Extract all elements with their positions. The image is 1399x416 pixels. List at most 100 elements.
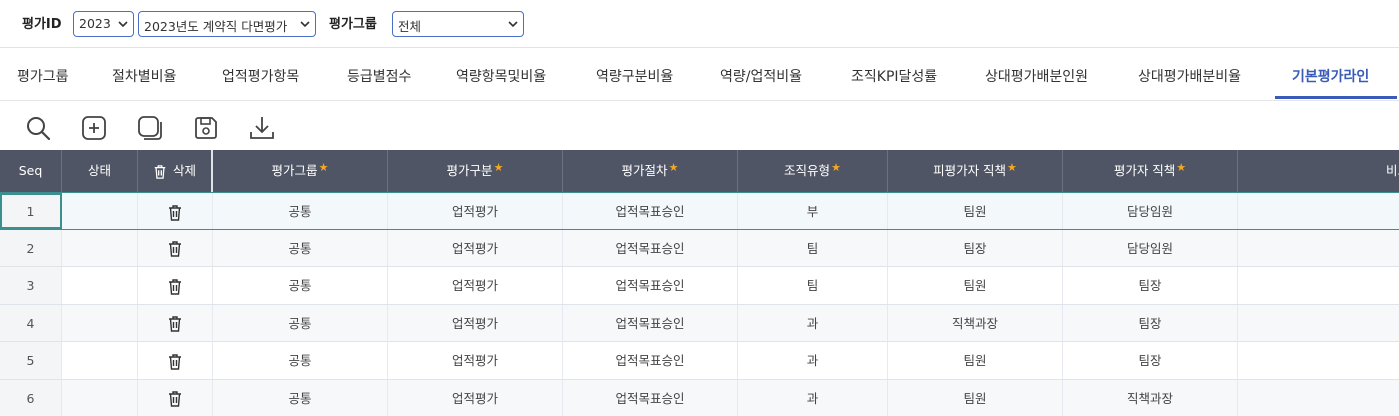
col-header-seq[interactable]: Seq bbox=[0, 150, 62, 192]
cell-group[interactable]: 공통 bbox=[213, 229, 388, 266]
col-header-delete[interactable]: 삭제 bbox=[138, 150, 213, 192]
cell-status[interactable] bbox=[62, 229, 138, 266]
cell-evaluatee-position[interactable]: 팀원 bbox=[888, 193, 1063, 229]
table-row[interactable]: 1 공통 업적평가 업적목표승인 부 팀원 담당임원 bbox=[0, 192, 1399, 230]
tab-base-eval-line[interactable]: 기본평가라인 bbox=[1292, 66, 1369, 86]
cell-status[interactable] bbox=[62, 379, 138, 416]
cell-category[interactable]: 업적평가 bbox=[388, 193, 563, 229]
cell-org-type[interactable]: 부 bbox=[738, 193, 888, 229]
cell-evaluatee-position[interactable]: 팀장 bbox=[888, 229, 1063, 266]
cell-status[interactable] bbox=[62, 342, 138, 379]
cell-note[interactable] bbox=[1238, 380, 1399, 416]
col-header-evaluatee-position[interactable]: 피평가자 직책★ bbox=[888, 150, 1063, 192]
cell-note[interactable] bbox=[1238, 342, 1399, 379]
cell-delete[interactable] bbox=[138, 229, 213, 266]
cell-evaluatee-position[interactable]: 팀원 bbox=[888, 342, 1063, 379]
cell-evaluator-position[interactable]: 담당임원 bbox=[1063, 193, 1238, 229]
cell-delete[interactable] bbox=[138, 379, 213, 416]
col-header-status[interactable]: 상태 bbox=[62, 150, 138, 192]
cell-evaluator-position[interactable]: 팀장 bbox=[1063, 267, 1238, 304]
cell-procedure[interactable]: 업적목표승인 bbox=[563, 267, 738, 304]
cell-procedure[interactable]: 업적목표승인 bbox=[563, 229, 738, 266]
table-row[interactable]: 3 공통 업적평가 업적목표승인 팀 팀원 팀장 bbox=[0, 267, 1399, 305]
download-icon[interactable] bbox=[248, 114, 276, 142]
delete-row-icon[interactable] bbox=[167, 204, 183, 222]
year-select[interactable]: 2023 bbox=[73, 11, 134, 37]
search-icon[interactable] bbox=[24, 114, 52, 142]
tab-competency-performance-ratio[interactable]: 역량/업적비율 bbox=[720, 66, 802, 86]
cell-procedure[interactable]: 업적목표승인 bbox=[563, 379, 738, 416]
cell-status[interactable] bbox=[62, 304, 138, 341]
cell-group[interactable]: 공통 bbox=[213, 342, 388, 379]
cell-status[interactable] bbox=[62, 193, 138, 229]
delete-row-icon[interactable] bbox=[167, 240, 183, 258]
cell-org-type[interactable]: 과 bbox=[738, 379, 888, 416]
col-header-evaluator-position[interactable]: 평가자 직책★ bbox=[1063, 150, 1238, 192]
cell-note[interactable] bbox=[1238, 305, 1399, 342]
cell-org-type[interactable]: 팀 bbox=[738, 229, 888, 266]
cell-delete[interactable] bbox=[138, 193, 213, 229]
delete-row-icon[interactable] bbox=[167, 278, 183, 296]
table-row[interactable]: 5 공통 업적평가 업적목표승인 과 팀원 팀장 bbox=[0, 342, 1399, 380]
col-header-note[interactable]: 비고 bbox=[1238, 150, 1399, 192]
cell-org-type[interactable]: 과 bbox=[738, 342, 888, 379]
delete-row-icon[interactable] bbox=[167, 315, 183, 333]
copy-icon[interactable] bbox=[136, 114, 164, 142]
cell-evaluator-position[interactable]: 팀장 bbox=[1063, 342, 1238, 379]
cell-seq[interactable]: 1 bbox=[0, 193, 62, 229]
col-header-org-type[interactable]: 조직유형★ bbox=[738, 150, 888, 192]
save-icon[interactable] bbox=[192, 114, 220, 142]
tab-competency-items[interactable]: 역량항목및비율 bbox=[456, 66, 546, 86]
cell-group[interactable]: 공통 bbox=[213, 304, 388, 341]
group-select[interactable]: 전체 bbox=[392, 11, 524, 37]
cell-evaluator-position[interactable]: 담당임원 bbox=[1063, 229, 1238, 266]
tab-grade-score[interactable]: 등급별점수 bbox=[347, 66, 411, 86]
add-icon[interactable] bbox=[80, 114, 108, 142]
cell-category[interactable]: 업적평가 bbox=[388, 229, 563, 266]
cell-category[interactable]: 업적평가 bbox=[388, 342, 563, 379]
cell-procedure[interactable]: 업적목표승인 bbox=[563, 304, 738, 341]
cell-seq[interactable]: 6 bbox=[0, 379, 62, 416]
cell-category[interactable]: 업적평가 bbox=[388, 304, 563, 341]
table-row[interactable]: 4 공통 업적평가 업적목표승인 과 직책과장 팀장 bbox=[0, 304, 1399, 342]
cell-category[interactable]: 업적평가 bbox=[388, 267, 563, 304]
cell-seq[interactable]: 4 bbox=[0, 304, 62, 341]
cell-group[interactable]: 공통 bbox=[213, 193, 388, 229]
tab-performance-items[interactable]: 업적평가항목 bbox=[222, 66, 299, 86]
cell-status[interactable] bbox=[62, 267, 138, 304]
cell-note[interactable] bbox=[1238, 193, 1399, 229]
tab-competency-category-ratio[interactable]: 역량구분비율 bbox=[596, 66, 673, 86]
col-header-procedure[interactable]: 평가절차★ bbox=[563, 150, 738, 192]
cell-seq[interactable]: 2 bbox=[0, 229, 62, 266]
cell-delete[interactable] bbox=[138, 342, 213, 379]
tab-relative-ratio[interactable]: 상대평가배분비율 bbox=[1138, 66, 1241, 86]
cell-evaluatee-position[interactable]: 직책과장 bbox=[888, 304, 1063, 341]
cell-note[interactable] bbox=[1238, 230, 1399, 267]
delete-row-icon[interactable] bbox=[167, 390, 183, 408]
cell-group[interactable]: 공통 bbox=[213, 267, 388, 304]
cell-seq[interactable]: 5 bbox=[0, 342, 62, 379]
cell-org-type[interactable]: 팀 bbox=[738, 267, 888, 304]
col-header-group[interactable]: 평가그룹★ bbox=[213, 150, 388, 192]
cell-evaluatee-position[interactable]: 팀원 bbox=[888, 379, 1063, 416]
cell-delete[interactable] bbox=[138, 304, 213, 341]
delete-row-icon[interactable] bbox=[167, 353, 183, 371]
cell-evaluatee-position[interactable]: 팀원 bbox=[888, 267, 1063, 304]
tab-procedure-ratio[interactable]: 절차별비율 bbox=[112, 66, 176, 86]
cell-seq[interactable]: 3 bbox=[0, 267, 62, 304]
cell-delete[interactable] bbox=[138, 267, 213, 304]
cell-note[interactable] bbox=[1238, 267, 1399, 304]
tab-eval-group[interactable]: 평가그룹 bbox=[17, 66, 69, 86]
tab-relative-headcount[interactable]: 상대평가배분인원 bbox=[985, 66, 1088, 86]
cell-evaluator-position[interactable]: 직책과장 bbox=[1063, 379, 1238, 416]
table-row[interactable]: 6 공통 업적평가 업적목표승인 과 팀원 직책과장 bbox=[0, 379, 1399, 416]
tab-org-kpi[interactable]: 조직KPI달성률 bbox=[851, 66, 937, 86]
eval-name-select[interactable]: 2023년도 계약직 다면평가 bbox=[138, 11, 316, 37]
col-header-category[interactable]: 평가구분★ bbox=[388, 150, 563, 192]
cell-group[interactable]: 공통 bbox=[213, 379, 388, 416]
cell-category[interactable]: 업적평가 bbox=[388, 379, 563, 416]
table-row[interactable]: 2 공통 업적평가 업적목표승인 팀 팀장 담당임원 bbox=[0, 229, 1399, 267]
cell-org-type[interactable]: 과 bbox=[738, 304, 888, 341]
cell-procedure[interactable]: 업적목표승인 bbox=[563, 193, 738, 229]
cell-procedure[interactable]: 업적목표승인 bbox=[563, 342, 738, 379]
